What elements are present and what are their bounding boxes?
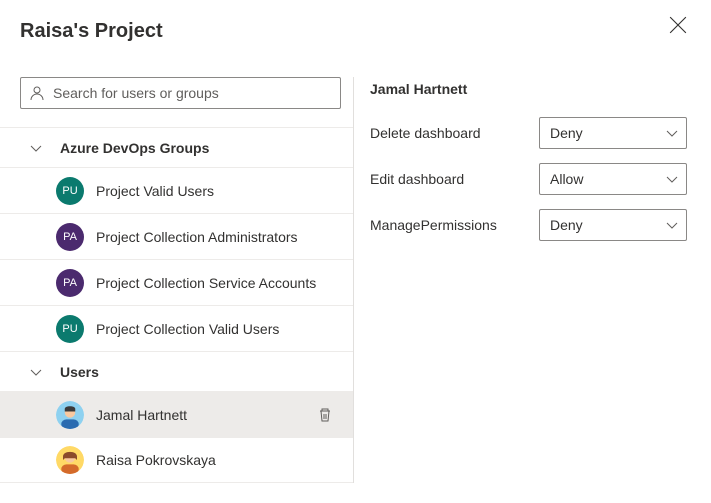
list-item[interactable]: PU Project Collection Valid Users	[0, 305, 353, 351]
search-box[interactable]	[20, 77, 341, 109]
permission-value: Deny	[550, 217, 583, 233]
permission-value: Allow	[550, 171, 583, 187]
list-item-label: Project Collection Service Accounts	[96, 275, 341, 291]
list-item[interactable]: Jamal Hartnett	[0, 391, 353, 437]
chevron-down-icon	[666, 173, 678, 185]
trash-icon[interactable]	[317, 407, 333, 423]
list-item-label: Project Collection Administrators	[96, 229, 341, 245]
user-avatar	[56, 446, 84, 474]
permission-label: ManagePermissions	[370, 217, 539, 233]
person-icon	[29, 85, 45, 101]
permission-row: ManagePermissions Deny	[370, 209, 687, 241]
permission-select[interactable]: Deny	[539, 209, 687, 241]
permission-row: Edit dashboard Allow	[370, 163, 687, 195]
page-title: Raisa's Project	[0, 0, 711, 43]
permission-select[interactable]: Allow	[539, 163, 687, 195]
chevron-down-icon	[666, 127, 678, 139]
close-button[interactable]	[669, 16, 687, 34]
list-item[interactable]: Raisa Pokrovskaya	[0, 437, 353, 483]
list-item[interactable]: PA Project Collection Service Accounts	[0, 259, 353, 305]
list-item[interactable]: PU Project Valid Users	[0, 167, 353, 213]
user-avatar	[56, 401, 84, 429]
group-header-label: Users	[60, 364, 99, 380]
selected-identity-name: Jamal Hartnett	[370, 81, 687, 97]
group-header-label: Azure DevOps Groups	[60, 140, 209, 156]
group-avatar: PA	[56, 223, 84, 251]
permission-label: Edit dashboard	[370, 171, 539, 187]
search-input[interactable]	[45, 84, 332, 102]
list-item-label: Project Collection Valid Users	[96, 321, 341, 337]
permission-select[interactable]: Deny	[539, 117, 687, 149]
list-item[interactable]: PA Project Collection Administrators	[0, 213, 353, 259]
permission-row: Delete dashboard Deny	[370, 117, 687, 149]
group-avatar: PA	[56, 269, 84, 297]
group-avatar: PU	[56, 315, 84, 343]
permissions-panel: Jamal Hartnett Delete dashboard Deny Edi…	[354, 77, 711, 483]
identity-list-panel: Azure DevOps Groups PU Project Valid Use…	[0, 77, 354, 483]
list-item-label: Raisa Pokrovskaya	[96, 452, 341, 468]
permission-label: Delete dashboard	[370, 125, 539, 141]
permission-value: Deny	[550, 125, 583, 141]
chevron-down-icon	[30, 142, 42, 154]
group-header-devops[interactable]: Azure DevOps Groups	[0, 127, 353, 167]
chevron-down-icon	[666, 219, 678, 231]
list-item-label: Project Valid Users	[96, 183, 341, 199]
chevron-down-icon	[30, 366, 42, 378]
close-icon	[669, 16, 687, 34]
list-item-label: Jamal Hartnett	[96, 407, 317, 423]
group-header-users[interactable]: Users	[0, 351, 353, 391]
group-avatar: PU	[56, 177, 84, 205]
